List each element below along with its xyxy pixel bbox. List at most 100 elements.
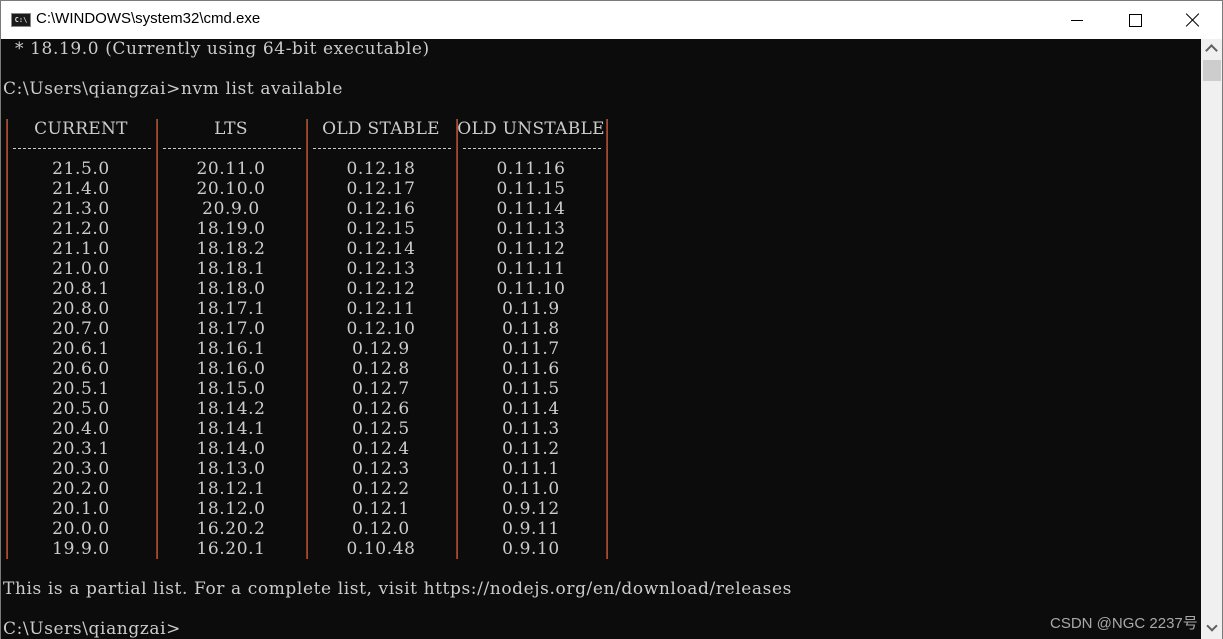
version-cell: 18.13.0 <box>196 459 266 479</box>
version-cell: 20.6.0 <box>52 359 110 379</box>
version-cell: 0.11.2 <box>502 439 560 459</box>
version-cell: 0.12.15 <box>346 219 416 239</box>
version-cell: 0.10.48 <box>346 539 416 559</box>
version-cell: 0.12.13 <box>346 259 416 279</box>
command-prompt[interactable]: C:\Users\qiangzai> <box>3 619 181 639</box>
version-cell: 16.20.2 <box>196 519 266 539</box>
version-cell: 18.19.0 <box>196 219 266 239</box>
header-divider <box>7 139 155 159</box>
version-cell: 0.11.7 <box>502 339 560 359</box>
title-bar[interactable]: C:\ C:\WINDOWS\system32\cmd.exe <box>1 1 1222 39</box>
version-cell: 18.18.0 <box>196 279 266 299</box>
version-cell: 0.12.18 <box>346 159 416 179</box>
partial-list-message: This is a partial list. For a complete l… <box>3 579 792 599</box>
version-cell: 20.0.0 <box>52 519 110 539</box>
version-cell: 0.12.12 <box>346 279 416 299</box>
watermark: CSDN @NGC 2237号 <box>1050 615 1198 632</box>
version-cell: 21.0.0 <box>52 259 110 279</box>
column-old-unstable: OLD UNSTABLE 0.11.16 0.11.15 0.11.14 0.11.1… <box>457 119 605 559</box>
version-cell: 20.6.1 <box>52 339 110 359</box>
column-old-stable: OLD STABLE 0.12.18 0.12.17 0.12.16 0.12.15 0… <box>307 119 455 559</box>
scroll-down-button[interactable] <box>1201 619 1222 637</box>
version-cell: 0.12.4 <box>352 439 410 459</box>
version-cell: 0.11.0 <box>502 479 560 499</box>
version-cell: 18.18.1 <box>196 259 266 279</box>
version-cell: 0.11.8 <box>502 319 560 339</box>
version-cell: 0.12.3 <box>352 459 410 479</box>
version-cell: 0.11.14 <box>496 199 566 219</box>
version-cell: 18.14.0 <box>196 439 266 459</box>
version-cell: 0.12.6 <box>352 399 410 419</box>
version-cell: 0.11.4 <box>502 399 560 419</box>
version-cell: 0.11.13 <box>496 219 566 239</box>
version-cell: 0.11.1 <box>502 459 560 479</box>
version-cell: 0.11.5 <box>502 379 560 399</box>
column-header: OLD UNSTABLE <box>457 119 605 139</box>
version-cell: 0.12.17 <box>346 179 416 199</box>
version-cell: 0.11.3 <box>502 419 560 439</box>
version-cell: 18.14.1 <box>196 419 266 439</box>
scroll-up-button[interactable] <box>1201 39 1222 57</box>
version-cell: 0.11.11 <box>496 259 566 279</box>
current-version-line: * 18.19.0 (Currently using 64-bit execut… <box>3 39 430 59</box>
header-divider <box>457 139 605 159</box>
version-cell: 0.9.11 <box>502 519 560 539</box>
close-icon <box>1186 13 1200 27</box>
version-cell: 20.8.0 <box>52 299 110 319</box>
column-header: LTS <box>214 119 248 139</box>
version-cell: 21.3.0 <box>52 199 110 219</box>
version-cell: 20.2.0 <box>52 479 110 499</box>
version-cell: 0.9.10 <box>502 539 560 559</box>
version-cell: 20.10.0 <box>196 179 266 199</box>
version-cell: 0.12.11 <box>346 299 416 319</box>
console-output[interactable]: * 18.19.0 (Currently using 64-bit execut… <box>1 39 1201 639</box>
chevron-up-icon <box>1205 44 1218 57</box>
minimize-button[interactable] <box>1048 1 1106 39</box>
version-cell: 0.11.10 <box>496 279 566 299</box>
version-cell: 18.15.0 <box>196 379 266 399</box>
command-line: C:\Users\qiangzai>nvm list available <box>3 79 343 99</box>
version-cell: 18.12.1 <box>196 479 266 499</box>
column-header: CURRENT <box>34 119 128 139</box>
version-cell: 0.9.12 <box>502 499 560 519</box>
vertical-scrollbar[interactable] <box>1201 39 1222 639</box>
version-cell: 0.11.15 <box>496 179 566 199</box>
version-cell: 18.16.0 <box>196 359 266 379</box>
version-cell: 20.5.0 <box>52 399 110 419</box>
version-cell: 21.1.0 <box>52 239 110 259</box>
version-cell: 0.12.8 <box>352 359 410 379</box>
version-cell: 20.7.0 <box>52 319 110 339</box>
version-cell: 18.18.2 <box>196 239 266 259</box>
maximize-icon <box>1128 13 1142 27</box>
version-cell: 0.12.9 <box>352 339 410 359</box>
version-cell: 0.12.1 <box>352 499 410 519</box>
version-cell: 0.12.2 <box>352 479 410 499</box>
version-cell: 20.3.0 <box>52 459 110 479</box>
version-cell: 16.20.1 <box>196 539 266 559</box>
header-divider <box>157 139 305 159</box>
table-separator <box>606 119 608 559</box>
version-cell: 18.17.1 <box>196 299 266 319</box>
version-cell: 20.8.1 <box>52 279 110 299</box>
version-cell: 21.2.0 <box>52 219 110 239</box>
column-current: CURRENT 21.5.0 21.4.0 21.3.0 21.2.0 21.1.0 21… <box>7 119 155 559</box>
maximize-button[interactable] <box>1106 1 1164 39</box>
header-divider <box>307 139 455 159</box>
column-header: OLD STABLE <box>322 119 440 139</box>
cmd-icon[interactable]: C:\ <box>11 13 31 27</box>
version-cell: 20.5.1 <box>52 379 110 399</box>
version-cell: 19.9.0 <box>52 539 110 559</box>
version-cell: 20.4.0 <box>52 419 110 439</box>
version-cell: 18.12.0 <box>196 499 266 519</box>
version-cell: 0.11.6 <box>502 359 560 379</box>
version-cell: 0.12.10 <box>346 319 416 339</box>
version-cell: 20.1.0 <box>52 499 110 519</box>
version-cell: 21.4.0 <box>52 179 110 199</box>
version-cell: 0.11.12 <box>496 239 566 259</box>
scrollbar-thumb[interactable] <box>1203 60 1221 81</box>
version-cell: 0.11.16 <box>496 159 566 179</box>
version-cell: 0.12.16 <box>346 199 416 219</box>
version-cell: 20.11.0 <box>196 159 266 179</box>
version-cell: 0.12.5 <box>352 419 410 439</box>
close-button[interactable] <box>1164 1 1222 39</box>
